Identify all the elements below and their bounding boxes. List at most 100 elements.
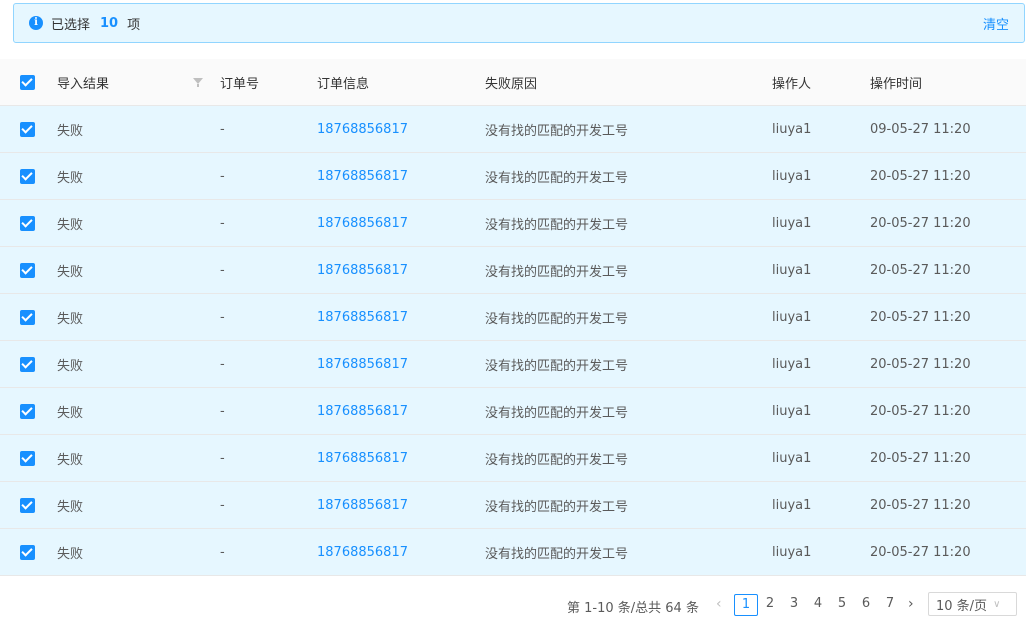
cell-operator: liuya1: [772, 309, 812, 325]
cell-order-info-link[interactable]: 18768856817: [317, 200, 408, 246]
cell-operator: liuya1: [772, 403, 812, 419]
cell-time: 20-05-27 11:20: [870, 450, 971, 466]
header-order-info: 订单信息: [317, 76, 370, 92]
page-size-value: 10 条/页: [936, 598, 988, 614]
header-reason: 失败原因: [485, 76, 538, 92]
chevron-down-icon: ∨: [993, 598, 1001, 610]
cell-order-no: -: [220, 497, 225, 513]
table-header-row: 导入结果 订单号 订单信息 失败原因 操作人 操作时间: [0, 59, 1026, 106]
table-row[interactable]: 失败 - 18768856817 没有找的匹配的开发工号 liuya1 09-05-27 …: [0, 106, 1026, 153]
cell-reason: 没有找的匹配的开发工号: [485, 405, 629, 421]
cell-order-no: -: [220, 215, 225, 231]
cell-result: 失败: [57, 170, 84, 186]
cell-order-info-link[interactable]: 18768856817: [317, 247, 408, 293]
prev-page-icon[interactable]: ‹: [716, 596, 722, 612]
alert-suffix: 项: [127, 17, 141, 33]
header-result: 导入结果: [57, 76, 110, 92]
import-result-table: 导入结果 订单号 订单信息 失败原因 操作人 操作时间 失败 - 187688568…: [0, 59, 1026, 576]
cell-time: 20-05-27 11:20: [870, 262, 971, 278]
table-row[interactable]: 失败 - 18768856817 没有找的匹配的开发工号 liuya1 20-05-27 …: [0, 294, 1026, 341]
page-5-button[interactable]: 5: [835, 596, 849, 611]
cell-reason: 没有找的匹配的开发工号: [485, 264, 629, 280]
table-row[interactable]: 失败 - 18768856817 没有找的匹配的开发工号 liuya1 20-05-27 …: [0, 435, 1026, 482]
row-checkbox[interactable]: [20, 168, 35, 184]
cell-operator: liuya1: [772, 544, 812, 560]
row-checkbox[interactable]: [20, 544, 35, 560]
cell-time: 20-05-27 11:20: [870, 497, 971, 513]
cell-result: 失败: [57, 123, 84, 139]
filter-icon[interactable]: [193, 77, 203, 87]
cell-order-info-link[interactable]: 18768856817: [317, 435, 408, 481]
page-size-select[interactable]: 10 条/页 ∨: [928, 592, 1017, 616]
info-icon: i: [29, 16, 43, 30]
cell-order-info-link[interactable]: 18768856817: [317, 294, 408, 340]
cell-time: 20-05-27 11:20: [870, 215, 971, 231]
cell-operator: liuya1: [772, 497, 812, 513]
page-2-button[interactable]: 2: [763, 596, 777, 611]
cell-reason: 没有找的匹配的开发工号: [485, 170, 629, 186]
table-row[interactable]: 失败 - 18768856817 没有找的匹配的开发工号 liuya1 20-05-27 …: [0, 200, 1026, 247]
select-all-checkbox[interactable]: [20, 74, 35, 90]
row-checkbox[interactable]: [20, 309, 35, 325]
page-3-button[interactable]: 3: [787, 596, 801, 611]
cell-time: 20-05-27 11:20: [870, 168, 971, 184]
cell-result: 失败: [57, 546, 84, 562]
pagination: 第 1-10 条/总共 64 条 ‹ 1234567 › 10 条/页 ∨: [0, 592, 1026, 616]
cell-result: 失败: [57, 499, 84, 515]
selection-alert: i 已选择 10 项 清空: [13, 3, 1025, 43]
page-7-button[interactable]: 7: [883, 596, 897, 611]
cell-order-info-link[interactable]: 18768856817: [317, 529, 408, 575]
table-row[interactable]: 失败 - 18768856817 没有找的匹配的开发工号 liuya1 20-05-27 …: [0, 482, 1026, 529]
cell-order-info-link[interactable]: 18768856817: [317, 388, 408, 434]
row-checkbox[interactable]: [20, 450, 35, 466]
cell-order-no: -: [220, 403, 225, 419]
cell-time: 09-05-27 11:20: [870, 121, 971, 137]
cell-result: 失败: [57, 358, 84, 374]
row-checkbox[interactable]: [20, 403, 35, 419]
cell-order-no: -: [220, 168, 225, 184]
row-checkbox[interactable]: [20, 497, 35, 513]
cell-order-info-link[interactable]: 18768856817: [317, 341, 408, 387]
page-6-button[interactable]: 6: [859, 596, 873, 611]
page-4-button[interactable]: 4: [811, 596, 825, 611]
cell-order-no: -: [220, 121, 225, 137]
cell-order-no: -: [220, 262, 225, 278]
cell-result: 失败: [57, 217, 84, 233]
alert-prefix: 已选择: [51, 17, 91, 33]
row-checkbox[interactable]: [20, 121, 35, 137]
header-order-no: 订单号: [220, 76, 260, 92]
cell-reason: 没有找的匹配的开发工号: [485, 123, 629, 139]
page-1-button[interactable]: 1: [734, 594, 758, 616]
cell-reason: 没有找的匹配的开发工号: [485, 217, 629, 233]
row-checkbox[interactable]: [20, 215, 35, 231]
cell-operator: liuya1: [772, 356, 812, 372]
header-operator: 操作人: [772, 76, 812, 92]
cell-time: 20-05-27 11:20: [870, 403, 971, 419]
selected-count: 10: [100, 15, 119, 31]
cell-time: 20-05-27 11:20: [870, 544, 971, 560]
next-page-icon[interactable]: ›: [908, 596, 914, 612]
cell-order-info-link[interactable]: 18768856817: [317, 106, 408, 152]
table-row[interactable]: 失败 - 18768856817 没有找的匹配的开发工号 liuya1 20-05-27 …: [0, 529, 1026, 576]
cell-operator: liuya1: [772, 121, 812, 137]
cell-order-info-link[interactable]: 18768856817: [317, 153, 408, 199]
table-row[interactable]: 失败 - 18768856817 没有找的匹配的开发工号 liuya1 20-05-27 …: [0, 153, 1026, 200]
row-checkbox[interactable]: [20, 356, 35, 372]
cell-operator: liuya1: [772, 450, 812, 466]
row-checkbox[interactable]: [20, 262, 35, 278]
table-row[interactable]: 失败 - 18768856817 没有找的匹配的开发工号 liuya1 20-05-27 …: [0, 341, 1026, 388]
cell-operator: liuya1: [772, 168, 812, 184]
cell-reason: 没有找的匹配的开发工号: [485, 499, 629, 515]
table-row[interactable]: 失败 - 18768856817 没有找的匹配的开发工号 liuya1 20-05-27 …: [0, 388, 1026, 435]
cell-result: 失败: [57, 405, 84, 421]
cell-order-no: -: [220, 450, 225, 466]
cell-order-no: -: [220, 356, 225, 372]
clear-selection-link[interactable]: 清空: [983, 14, 1009, 33]
cell-time: 20-05-27 11:20: [870, 309, 971, 325]
pagination-total: 第 1-10 条/总共 64 条: [567, 601, 699, 616]
cell-reason: 没有找的匹配的开发工号: [485, 311, 629, 327]
cell-operator: liuya1: [772, 262, 812, 278]
table-row[interactable]: 失败 - 18768856817 没有找的匹配的开发工号 liuya1 20-05-27 …: [0, 247, 1026, 294]
cell-result: 失败: [57, 264, 84, 280]
cell-order-info-link[interactable]: 18768856817: [317, 482, 408, 528]
